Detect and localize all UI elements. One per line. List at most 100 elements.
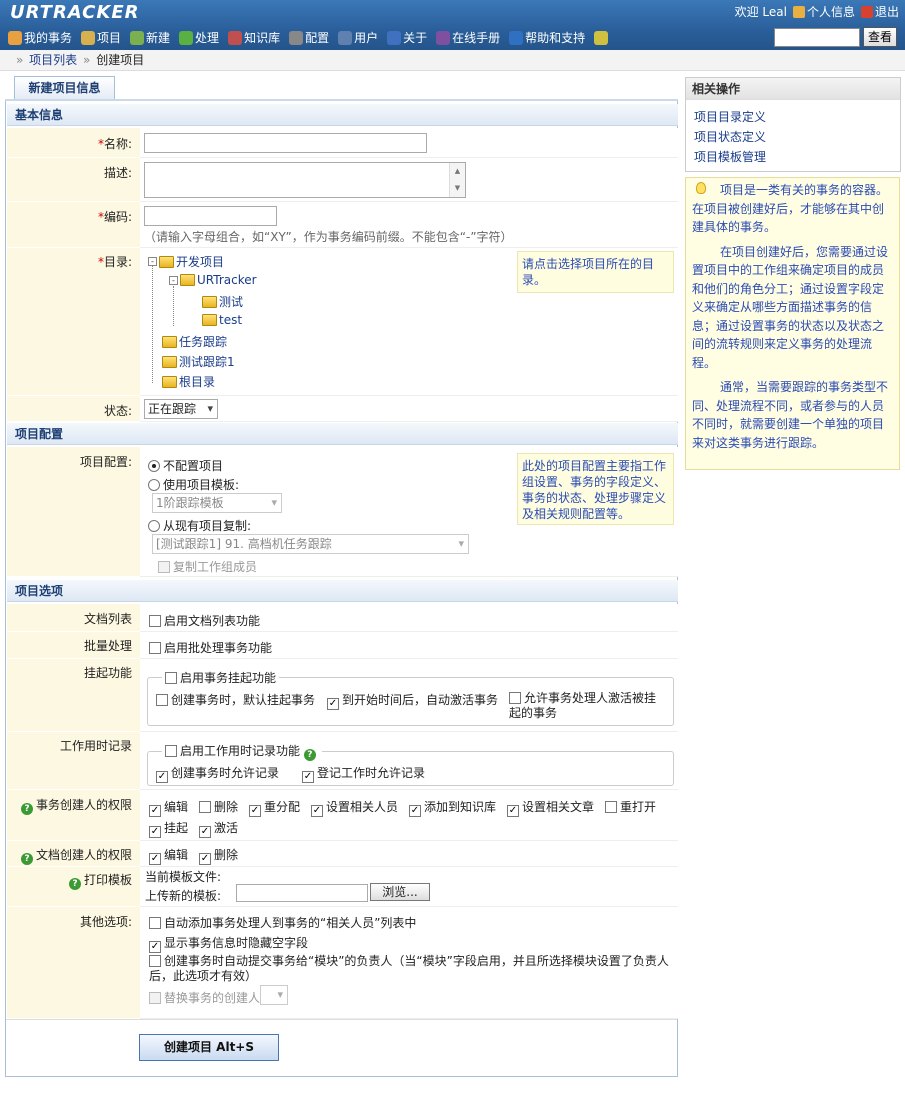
replace-creator-checkbox[interactable]: 替换事务的创建人 — [149, 989, 260, 1006]
name-input[interactable] — [144, 133, 427, 153]
directory-tree: - 开发项目 - URTracker 测试 test 任务跟踪 测试跟踪1 根目录 — [148, 251, 308, 391]
worklog-register-checkbox[interactable]: ✓ 登记工作时允许记录 — [302, 764, 425, 783]
suspend-auto-activate-checkbox[interactable]: ✓ 到开始时间后，自动激活事务 — [327, 691, 498, 710]
help-paragraph-3: 通常，当需要跟踪的事务类型不同、处理流程不同，或者参与的人员不同时，就需要创建一… — [692, 380, 889, 450]
help-paragraph-2: 在项目创建好后，您需要通过设置项目中的工作组来确定项目的成员和他们的角色分工；通… — [692, 244, 889, 370]
suspend-enable-checkbox[interactable]: 启用事务挂起功能 — [162, 669, 279, 686]
doc-perm-delete-checkbox[interactable]: ✓ 删除 — [199, 846, 238, 865]
project-form: 基本信息 *名称: 描述: ▲ ▼ *编码: （请输入字母组合，如“XY”，作为事… — [5, 101, 678, 1077]
tree-node-root[interactable]: 根目录 — [162, 373, 215, 390]
file-path-input[interactable] — [236, 884, 368, 902]
folder-icon — [202, 295, 217, 308]
status-select[interactable]: 正在跟踪 — [144, 399, 218, 419]
link-project-status[interactable]: 项目状态定义 — [694, 128, 766, 145]
doclist-label: 文档列表 — [7, 604, 140, 632]
tree-node-test[interactable]: test — [202, 313, 242, 327]
breadcrumb: » 项目列表 » 创建项目 — [0, 50, 905, 71]
worklog-label: 工作用时记录 — [7, 732, 140, 790]
perm-add-kb-checkbox[interactable]: ✓ 添加到知识库 — [409, 798, 496, 817]
perm-activate-checkbox[interactable]: ✓ 激活 — [199, 819, 238, 838]
upload-template-text: 上传新的模板: — [145, 889, 222, 903]
user-bar: 欢迎 Leal 个人信息 退出 — [735, 3, 899, 20]
tree-node-task[interactable]: 任务跟踪 — [162, 333, 227, 350]
search-input[interactable] — [774, 28, 860, 47]
book-icon — [436, 30, 451, 45]
radio-copy-project[interactable]: 从现有项目复制: — [148, 517, 251, 534]
check-icon — [179, 30, 194, 45]
nav-item-4[interactable]: 知识库 — [228, 29, 280, 46]
nav-item-5[interactable]: 配置 — [289, 29, 329, 46]
help-panel: 项目是一类有关的事务的容器。在项目被创建好后，才能够在其中创建具体的事务。 在项… — [685, 177, 900, 470]
nav-item-extra[interactable] — [594, 30, 609, 45]
logout-link[interactable]: 退出 — [860, 3, 899, 20]
copy-project-select[interactable]: [测试跟踪1] 91. 高档机任务跟踪 — [152, 534, 469, 554]
section-basic: 基本信息 — [7, 104, 678, 126]
batch-checkbox[interactable]: 启用批处理事务功能 — [149, 639, 272, 656]
profile-link[interactable]: 个人信息 — [792, 3, 855, 20]
users-icon — [792, 6, 805, 18]
replace-creator-select[interactable] — [260, 985, 288, 1005]
suspend-label: 挂起功能 — [7, 659, 140, 732]
help-icon — [509, 30, 524, 45]
create-project-button[interactable]: 创建项目 Alt+S — [139, 1034, 279, 1061]
tab-new-project[interactable]: 新建项目信息 — [14, 76, 115, 99]
tree-node-test-cn[interactable]: 测试 — [202, 293, 243, 310]
doc-perm-edit-checkbox[interactable]: ✓ 编辑 — [149, 846, 188, 865]
search-button[interactable]: 查看 — [863, 27, 897, 47]
folder-icon — [202, 314, 217, 326]
batch-label: 批量处理 — [7, 632, 140, 659]
worklog-enable-checkbox[interactable]: 启用工作用时记录功能 ? — [162, 742, 322, 761]
nav-item-6[interactable]: 用户 — [338, 29, 378, 46]
suspend-default-checkbox[interactable]: 创建事务时，默认挂起事务 — [156, 691, 315, 708]
template-select[interactable]: 1阶跟踪模板 — [152, 493, 282, 513]
perm-delete-checkbox[interactable]: 删除 — [199, 798, 238, 815]
main-nav: 我的事务 项目 新建 处理 知识库 配置 用户 关于 在线手册 帮助和支持 — [8, 29, 609, 46]
nav-item-9[interactable]: 帮助和支持 — [509, 29, 585, 46]
radio-use-template[interactable]: 使用项目模板: — [148, 476, 239, 493]
nav-item-7[interactable]: 关于 — [387, 29, 427, 46]
link-project-dir[interactable]: 项目目录定义 — [694, 108, 766, 125]
dir-label: *目录: — [7, 248, 140, 396]
code-input[interactable] — [144, 206, 277, 226]
perm-edit-checkbox[interactable]: ✓ 编辑 — [149, 798, 188, 817]
perm-set-related-checkbox[interactable]: ✓ 设置相关人员 — [311, 798, 398, 817]
nav-item-3[interactable]: 处理 — [179, 29, 219, 46]
auto-submit-module-checkbox[interactable]: 创建事务时自动提交事务给“模块”的负责人（当“模块”字段启用，并且所选择模块设置… — [149, 954, 674, 984]
radio-no-config[interactable]: 不配置项目 — [148, 457, 223, 474]
perm-set-article-checkbox[interactable]: ✓ 设置相关文章 — [507, 798, 594, 817]
help-paragraph-1: 项目是一类有关的事务的容器。在项目被创建好后，才能够在其中创建具体的事务。 — [692, 183, 889, 234]
breadcrumb-current: 创建项目 — [96, 53, 145, 67]
hide-empty-fields-checkbox[interactable]: ✓ 显示事务信息时隐藏空字段 — [149, 934, 308, 953]
folder-icon — [162, 355, 177, 368]
tree-node-dev[interactable]: - 开发项目 — [148, 253, 224, 270]
link-template-manage[interactable]: 项目模板管理 — [694, 148, 766, 165]
copy-members-checkbox[interactable]: 复制工作组成员 — [158, 558, 257, 575]
books-icon — [228, 30, 243, 45]
creator-perm-label: ? 事务创建人的权限 — [7, 790, 140, 841]
section-options: 项目选项 — [7, 580, 678, 602]
perm-reassign-checkbox[interactable]: ✓ 重分配 — [249, 798, 300, 817]
nav-item-8[interactable]: 在线手册 — [436, 29, 500, 46]
dir-note: 请点击选择项目所在的目录。 — [517, 251, 674, 293]
nav-item-1[interactable]: 项目 — [81, 29, 121, 46]
desc-scrollbar[interactable]: ▲ ▼ — [449, 163, 465, 197]
perm-reopen-checkbox[interactable]: 重打开 — [605, 798, 656, 815]
desc-textarea[interactable]: ▲ ▼ — [144, 162, 466, 198]
doclist-checkbox[interactable]: 启用文档列表功能 — [149, 612, 260, 629]
browse-button[interactable]: 浏览... — [370, 883, 430, 901]
folder-icon — [162, 375, 177, 388]
suspend-allow-handler-checkbox[interactable]: 允许事务处理人激活被挂起的事务 — [509, 691, 664, 721]
auto-add-handler-checkbox[interactable]: 自动添加事务处理人到事务的“相关人员”列表中 — [149, 914, 416, 931]
gear-icon — [289, 30, 304, 45]
name-label: *名称: — [7, 128, 140, 158]
nav-item-0[interactable]: 我的事务 — [8, 29, 72, 46]
breadcrumb-project-list[interactable]: 项目列表 — [29, 53, 77, 67]
perm-suspend-checkbox[interactable]: ✓ 挂起 — [149, 819, 188, 838]
logo: URTRACKER — [10, 2, 140, 23]
worklog-create-checkbox[interactable]: ✓ 创建事务时允许记录 — [156, 764, 279, 783]
other-options-label: 其他选项: — [7, 907, 140, 1019]
tree-node-testtrack1[interactable]: 测试跟踪1 — [162, 353, 235, 370]
help-icon: ? — [303, 749, 316, 761]
nav-item-2[interactable]: 新建 — [130, 29, 170, 46]
tree-node-urtracker[interactable]: - URTracker — [169, 273, 257, 287]
